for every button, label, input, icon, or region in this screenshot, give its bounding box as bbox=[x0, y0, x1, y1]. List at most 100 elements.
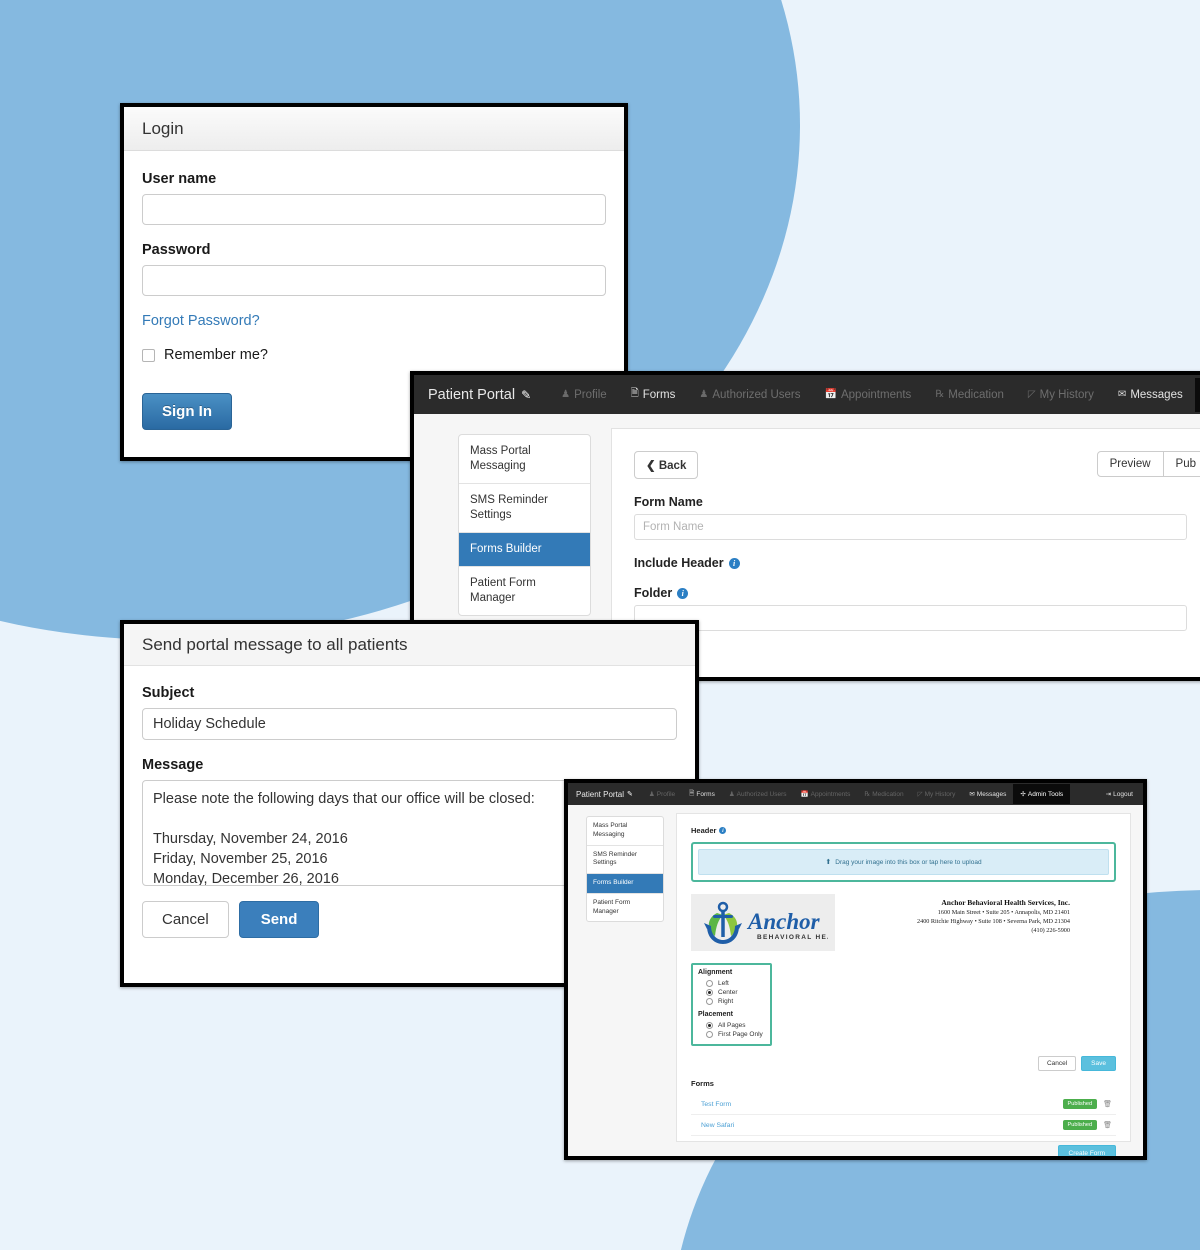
form-name-input[interactable] bbox=[634, 514, 1187, 540]
back-label: Back bbox=[658, 460, 687, 472]
folder-label: Folder i bbox=[634, 586, 1187, 600]
nav-item-admin-tools[interactable]: ✢Admin Tools bbox=[1194, 377, 1200, 412]
header-builder-body: Mass Portal Messaging SMS Reminder Setti… bbox=[568, 805, 1143, 1156]
nav-label: Messages bbox=[976, 790, 1007, 798]
nav-item-my-history[interactable]: ◸ My History bbox=[1016, 378, 1106, 412]
sidebar-item-mass-portal-messaging[interactable]: Mass Portal Messaging bbox=[587, 817, 663, 846]
table-row[interactable]: Test Form Published 🗑 bbox=[691, 1094, 1116, 1115]
subject-input[interactable] bbox=[142, 708, 677, 740]
password-input[interactable] bbox=[142, 265, 606, 296]
remember-me-checkbox[interactable] bbox=[142, 348, 155, 362]
practice-address-line-2: 2400 Ritchie Highway • Suite 108 • Sever… bbox=[917, 917, 1070, 925]
prescription-icon: ℞ bbox=[864, 791, 871, 798]
nav-item-authorized-users[interactable]: ♟ Authorized Users bbox=[687, 378, 812, 412]
portal-brand: Patient Portal bbox=[576, 789, 625, 799]
alignment-option-left[interactable]: Left bbox=[698, 979, 763, 988]
form-link[interactable]: New Safari bbox=[701, 1122, 734, 1129]
preview-button[interactable]: Preview bbox=[1096, 451, 1164, 477]
radio-icon[interactable] bbox=[706, 989, 713, 996]
sign-in-button[interactable]: Sign In bbox=[142, 393, 232, 430]
wrench-icon: ✢ bbox=[1020, 791, 1026, 798]
sidebar-item-sms-reminder-settings[interactable]: SMS Reminder Settings bbox=[459, 484, 590, 533]
practice-address: Anchor Behavioral Health Services, Inc. … bbox=[835, 894, 1116, 936]
nav-item-authorized-users[interactable]: ♟ Authorized Users bbox=[722, 784, 794, 804]
sidebar-item-forms-builder[interactable]: Forms Builder bbox=[459, 532, 590, 567]
nav-item-appointments[interactable]: 📅 Appointments bbox=[813, 378, 924, 412]
sidebar-item-mass-portal-messaging[interactable]: Mass Portal Messaging bbox=[459, 435, 590, 484]
nav-label: Appointments bbox=[810, 790, 851, 798]
image-dropzone[interactable]: ⬆ Drag your image into this box or tap h… bbox=[698, 849, 1109, 875]
option-label: All Pages bbox=[718, 1022, 746, 1029]
username-input[interactable] bbox=[142, 194, 606, 225]
sidebar-item-patient-form-manager[interactable]: Patient Form Manager bbox=[587, 894, 663, 922]
nav-item-appointments[interactable]: 📅 Appointments bbox=[794, 784, 858, 804]
logout-icon: ⇥ bbox=[1105, 791, 1112, 798]
nav-item-profile[interactable]: ♟ Profile bbox=[549, 378, 619, 412]
create-form-button[interactable]: Create Form bbox=[1057, 1145, 1116, 1156]
header-builder-main: Header i ⬆ Drag your image into this box… bbox=[676, 813, 1131, 1156]
placement-option-first-page-only[interactable]: First Page Only bbox=[698, 1030, 763, 1039]
svg-text:Anchor: Anchor bbox=[746, 909, 821, 934]
nav-label: Profile bbox=[656, 790, 676, 798]
pencil-icon[interactable]: ✎ bbox=[627, 790, 633, 798]
header-actions: Cancel Save bbox=[691, 1056, 1116, 1071]
option-label: Left bbox=[718, 980, 729, 987]
nav-label: My History bbox=[924, 790, 956, 798]
message-label: Message bbox=[142, 757, 204, 773]
header-label-text: Header bbox=[691, 826, 717, 835]
anchor-logo: Anchor BEHAVIORAL HEALTH bbox=[691, 894, 835, 951]
alignment-option-right[interactable]: Right bbox=[698, 997, 763, 1006]
upload-icon: ⬆ bbox=[825, 859, 832, 866]
cancel-button[interactable]: Cancel bbox=[142, 901, 229, 938]
nav-item-my-history[interactable]: ◸ My History bbox=[911, 784, 963, 804]
user-icon: ♟ bbox=[648, 791, 655, 798]
portal-brand: Patient Portal bbox=[428, 386, 516, 403]
sidebar-item-forms-builder[interactable]: Forms Builder bbox=[587, 874, 663, 894]
trash-icon[interactable]: 🗑 bbox=[1103, 1121, 1112, 1129]
form-link[interactable]: Test Form bbox=[701, 1101, 731, 1108]
info-icon[interactable]: i bbox=[728, 557, 740, 569]
alignment-option-center[interactable]: Center bbox=[698, 988, 763, 997]
forgot-password-link[interactable]: Forgot Password? bbox=[142, 313, 606, 329]
alignment-title: Alignment bbox=[698, 969, 733, 976]
nav-item-messages[interactable]: ✉ Messages bbox=[962, 784, 1013, 804]
info-icon[interactable]: i bbox=[719, 827, 727, 834]
nav-item-forms[interactable]: 🗎 Forms bbox=[619, 375, 688, 414]
nav-item-medication[interactable]: ℞ Medication bbox=[923, 378, 1016, 412]
radio-icon[interactable] bbox=[706, 980, 713, 987]
nav-label: Logout bbox=[1113, 790, 1133, 798]
nav-label: Appointments bbox=[840, 388, 912, 401]
back-button[interactable]: ❮ Back bbox=[634, 451, 699, 479]
remember-me-row[interactable]: Remember me? bbox=[142, 347, 606, 363]
radio-icon[interactable] bbox=[706, 1022, 713, 1029]
create-form-row: Create Form bbox=[691, 1145, 1116, 1156]
nav-label: Admin Tools bbox=[1027, 790, 1064, 798]
publish-button[interactable]: Pub bbox=[1163, 451, 1200, 477]
svg-text:BEHAVIORAL HEALTH: BEHAVIORAL HEALTH bbox=[757, 934, 828, 941]
nav-item-logout[interactable]: ⇥ Logout bbox=[1099, 784, 1143, 804]
practice-name: Anchor Behavioral Health Services, Inc. bbox=[941, 898, 1070, 907]
sidebar-item-patient-form-manager[interactable]: Patient Form Manager bbox=[459, 567, 590, 615]
info-icon[interactable]: i bbox=[677, 587, 689, 599]
include-header-label-text: Include Header bbox=[634, 556, 724, 570]
nav-label: Forms bbox=[696, 790, 715, 798]
header-builder-window: Patient Portal ✎ ♟ Profile 🗎 Forms ♟ Author… bbox=[564, 779, 1147, 1160]
nav-item-medication[interactable]: ℞ Medication bbox=[857, 784, 910, 804]
radio-icon[interactable] bbox=[706, 1031, 713, 1038]
folder-input[interactable] bbox=[634, 605, 1187, 631]
trash-icon[interactable]: 🗑 bbox=[1103, 1100, 1112, 1108]
folder-label-text: Folder bbox=[634, 586, 673, 600]
placement-option-all-pages[interactable]: All Pages bbox=[698, 1021, 763, 1030]
nav-item-forms[interactable]: 🗎 Forms bbox=[682, 783, 722, 806]
send-button[interactable]: Send bbox=[238, 901, 320, 938]
radio-icon[interactable] bbox=[706, 998, 713, 1005]
nav-item-admin-tools[interactable]: ✢Admin Tools bbox=[1013, 784, 1071, 804]
sidebar-item-sms-reminder-settings[interactable]: SMS Reminder Settings bbox=[587, 846, 663, 875]
users-icon: ♟ bbox=[699, 389, 709, 400]
nav-item-messages[interactable]: ✉ Messages bbox=[1106, 378, 1195, 412]
pencil-icon[interactable]: ✎ bbox=[521, 388, 531, 402]
cancel-button[interactable]: Cancel bbox=[1037, 1056, 1077, 1071]
save-button[interactable]: Save bbox=[1081, 1056, 1116, 1071]
nav-item-profile[interactable]: ♟ Profile bbox=[642, 784, 682, 804]
table-row[interactable]: New Safari Published 🗑 bbox=[691, 1115, 1116, 1136]
